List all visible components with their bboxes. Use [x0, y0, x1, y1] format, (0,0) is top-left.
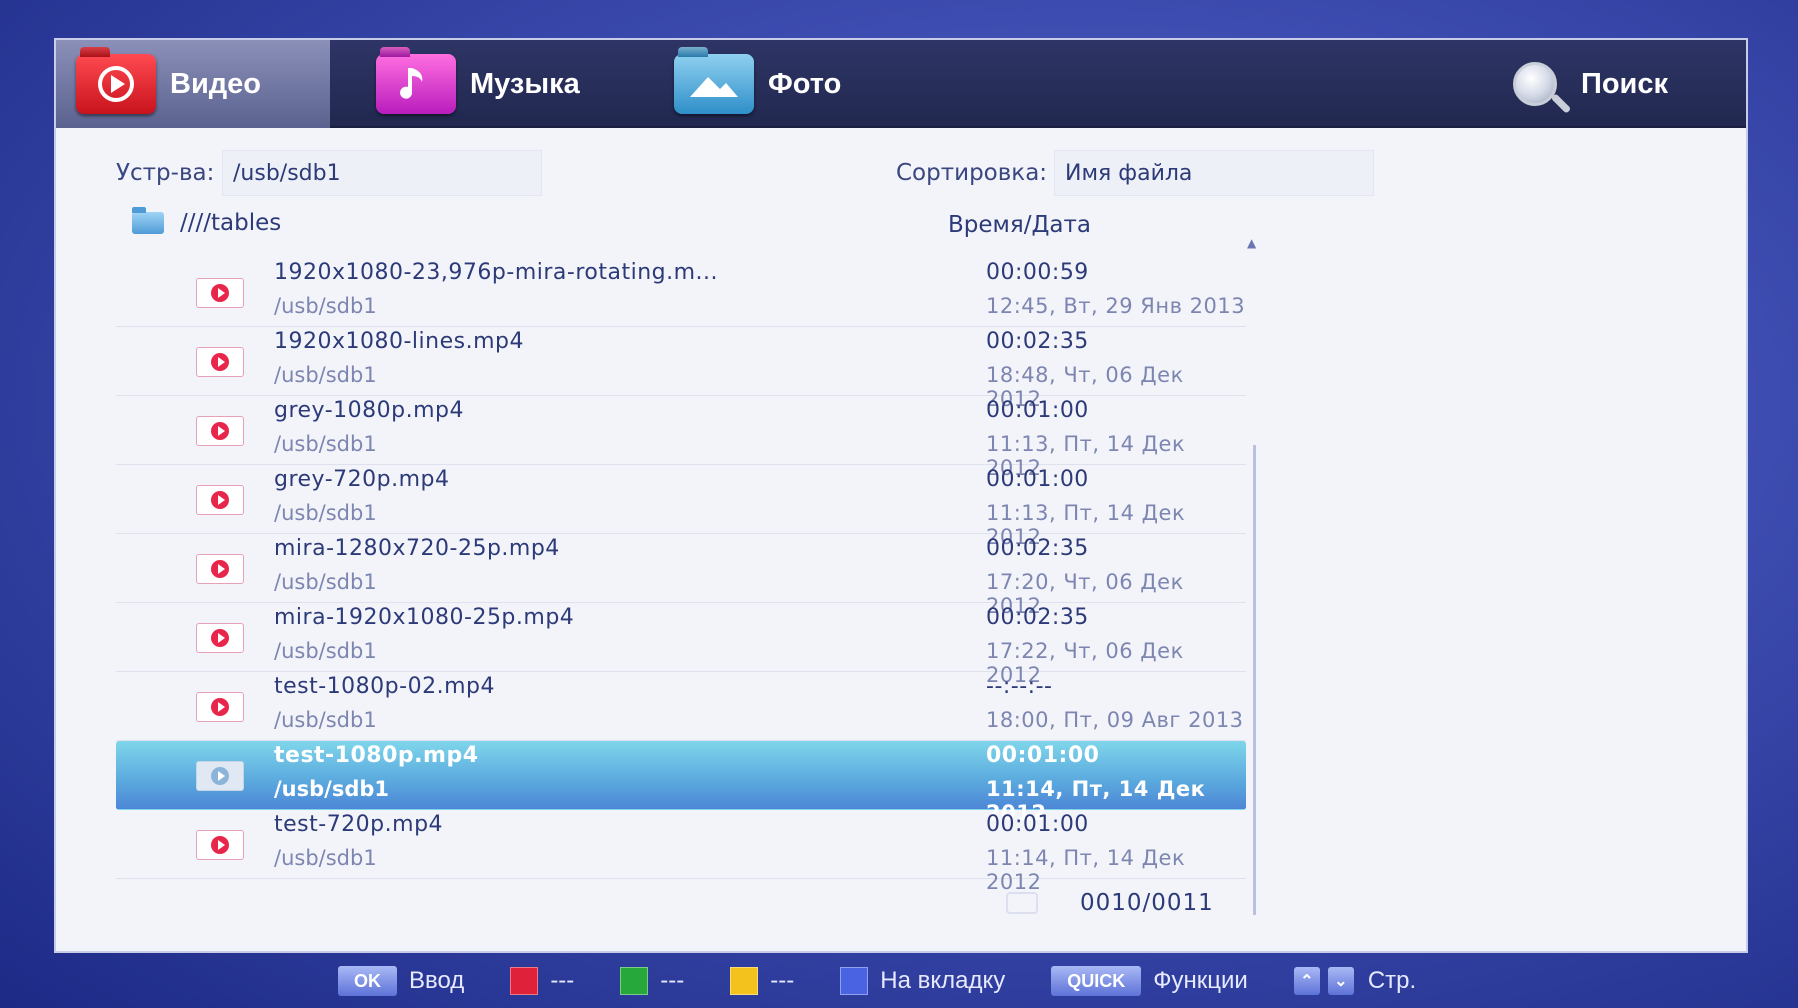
file-path: /usb/sdb1: [274, 639, 377, 663]
legend-ok[interactable]: OK Ввод: [338, 966, 464, 996]
video-file-icon: [196, 278, 244, 308]
file-row[interactable]: test-1080p-02.mp4/usb/sdb1 --:--:-- 18:00,…: [116, 672, 1246, 741]
item-counter: 0010/0011: [1080, 890, 1214, 916]
file-duration: 00:01:00: [986, 812, 1089, 837]
green-key-icon: [620, 967, 649, 995]
file-row[interactable]: mira-1280x720-25p.mp4/usb/sdb1 00:02:35 17…: [116, 534, 1246, 618]
ok-key-text: Ввод: [409, 967, 465, 994]
video-file-icon: [196, 761, 244, 791]
blue-key-text: На вкладку: [880, 967, 1006, 994]
file-duration: --:--:--: [986, 674, 1053, 699]
legend-red[interactable]: ---: [510, 967, 574, 995]
file-date: 11:14, Пт, 14 Дек 2012: [986, 846, 1186, 894]
legend-quick[interactable]: QUICK Функции: [1051, 966, 1248, 996]
folder-icon: [132, 207, 164, 234]
file-path: /usb/sdb1: [274, 570, 377, 594]
tab-video[interactable]: Видео: [56, 40, 330, 128]
file-row[interactable]: mira-1920x1080-25p.mp4/usb/sdb1 00:02:35 1…: [116, 603, 1246, 687]
remote-key-legend: OK Ввод --- --- --- На вкладку QUICK Фун…: [338, 966, 1462, 996]
counter-checkbox-icon: [1006, 892, 1038, 914]
video-play-icon: [76, 47, 156, 114]
photo-mountain-icon: [674, 47, 754, 114]
file-name: grey-720p.mp4: [274, 467, 450, 492]
media-browser-window: Видео Музыка Фото Поиск Устр-ва: /usb/sd…: [54, 38, 1748, 953]
file-path: /usb/sdb1: [274, 294, 377, 318]
magnifier-icon: [1512, 62, 1557, 106]
device-selector[interactable]: /usb/sdb1: [222, 150, 542, 196]
legend-page[interactable]: ⌃ ⌄ Стр.: [1293, 967, 1417, 995]
tab-photo-label: Фото: [768, 67, 842, 100]
file-duration: 00:01:00: [986, 398, 1089, 423]
legend-yellow[interactable]: ---: [730, 967, 794, 995]
page-key-text: Стр.: [1367, 967, 1417, 994]
file-duration: 00:02:35: [986, 329, 1089, 354]
red-key-text: ---: [550, 967, 575, 994]
legend-green[interactable]: ---: [620, 967, 684, 995]
blue-key-icon: [840, 967, 869, 995]
file-duration: 00:01:00: [986, 743, 1100, 768]
column-header-time-date: Время/Дата: [948, 212, 1092, 238]
search-label: Поиск: [1580, 67, 1668, 100]
file-path: /usb/sdb1: [274, 846, 377, 870]
page-up-icon: ⌃: [1293, 967, 1320, 995]
file-row[interactable]: grey-1080p.mp4/usb/sdb1 00:01:00 11:13, Пт…: [116, 396, 1246, 480]
tab-music[interactable]: Музыка: [356, 40, 626, 128]
green-key-text: ---: [660, 967, 685, 994]
yellow-key-icon: [730, 967, 759, 995]
file-name: test-1080p-02.mp4: [274, 674, 495, 699]
file-name: mira-1280x720-25p.mp4: [274, 536, 560, 561]
file-path: /usb/sdb1: [274, 777, 389, 801]
video-file-icon: [196, 554, 244, 584]
tab-video-label: Видео: [170, 67, 262, 100]
file-list: 1920x1080-23,976p-mira-rotating.m... /usb…: [116, 258, 1246, 894]
file-date: 18:00, Пт, 09 Авг 2013: [986, 708, 1244, 732]
folder-path: ////tables: [180, 210, 282, 236]
file-duration: 00:02:35: [986, 536, 1089, 561]
quick-key: QUICK: [1051, 966, 1142, 996]
legend-blue[interactable]: На вкладку: [840, 967, 1005, 995]
file-row[interactable]: 1920x1080-23,976p-mira-rotating.m... /usb…: [116, 258, 1246, 327]
file-name: test-1080p.mp4: [274, 743, 479, 768]
file-row[interactable]: 1920x1080-lines.mp4/usb/sdb1 00:02:35 18:4…: [116, 327, 1246, 411]
file-row[interactable]: grey-720p.mp4/usb/sdb1 00:01:00 11:13, Пт,…: [116, 465, 1246, 549]
video-file-icon: [196, 416, 244, 446]
file-name: test-720p.mp4: [274, 812, 444, 837]
file-path: /usb/sdb1: [274, 432, 377, 456]
scroll-up-arrow-icon[interactable]: ▲: [1247, 236, 1256, 250]
file-name: 1920x1080-23,976p-mira-rotating.m...: [274, 260, 719, 285]
category-tab-bar: Видео Музыка Фото Поиск: [56, 40, 1746, 128]
file-duration: 00:02:35: [986, 605, 1089, 630]
video-file-icon: [196, 623, 244, 653]
search-tab[interactable]: Поиск: [1512, 52, 1668, 116]
file-date: 12:45, Вт, 29 Янв 2013: [986, 294, 1246, 318]
file-duration: 00:00:59: [986, 260, 1089, 285]
file-name: grey-1080p.mp4: [274, 398, 464, 423]
ok-key: OK: [338, 966, 397, 996]
file-path: /usb/sdb1: [274, 501, 377, 525]
tab-music-label: Музыка: [470, 67, 580, 100]
video-file-icon: [196, 692, 244, 722]
file-path: /usb/sdb1: [274, 708, 377, 732]
file-duration: 00:01:00: [986, 467, 1089, 492]
tab-photo[interactable]: Фото: [654, 40, 914, 128]
video-file-icon: [196, 347, 244, 377]
music-note-icon: [376, 47, 456, 114]
page-down-icon: ⌄: [1327, 967, 1354, 995]
file-path: /usb/sdb1: [274, 363, 377, 387]
file-name: mira-1920x1080-25p.mp4: [274, 605, 575, 630]
sort-selector[interactable]: Имя файла: [1054, 150, 1374, 196]
quick-key-text: Функции: [1153, 967, 1248, 994]
red-key-icon: [510, 967, 539, 995]
scrollbar[interactable]: [1253, 445, 1256, 915]
yellow-key-text: ---: [770, 967, 795, 994]
file-name: 1920x1080-lines.mp4: [274, 329, 524, 354]
video-file-icon: [196, 830, 244, 860]
file-row[interactable]: test-720p.mp4/usb/sdb1 00:01:00 11:14, Пт,…: [116, 810, 1246, 894]
video-file-icon: [196, 485, 244, 515]
sort-label: Сортировка:: [896, 160, 1048, 186]
device-label: Устр-ва:: [116, 160, 215, 186]
current-folder[interactable]: ////tables: [132, 207, 282, 236]
file-row[interactable]: test-1080p.mp4/usb/sdb1 00:01:00 11:14, Пт…: [116, 741, 1246, 825]
